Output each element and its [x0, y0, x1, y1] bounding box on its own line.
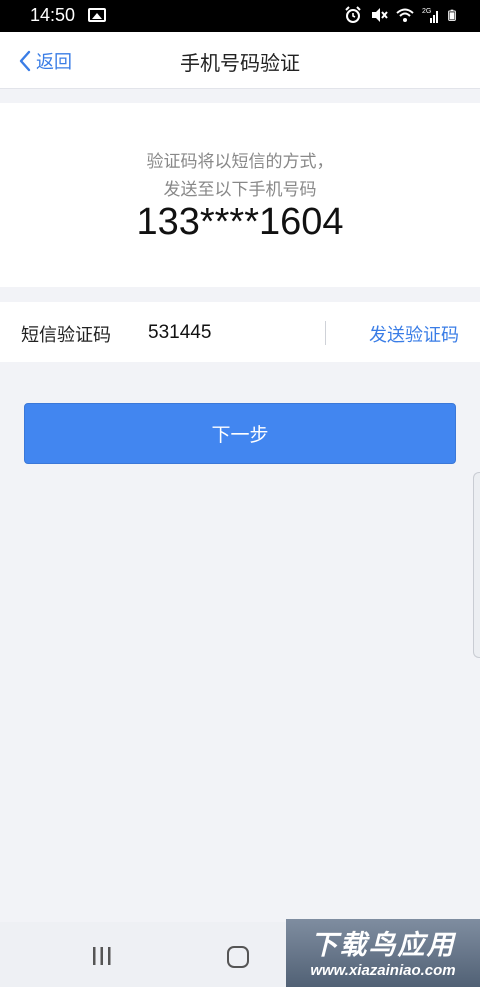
recents-icon[interactable]	[91, 946, 113, 966]
status-icons: 2G	[344, 6, 460, 24]
watermark-url: www.xiazainiao.com	[310, 962, 456, 979]
info-card: 验证码将以短信的方式， 发送至以下手机号码 133****1604	[0, 103, 480, 287]
status-bar: 14:50 2G	[0, 0, 480, 32]
edge-panel-handle[interactable]	[473, 472, 480, 658]
wifi-icon	[396, 8, 414, 22]
masked-phone-number: 133****1604	[136, 201, 344, 243]
mute-icon	[372, 8, 388, 22]
signal-icon: 2G	[422, 8, 438, 23]
sms-code-label: 短信验证码	[21, 325, 111, 346]
sms-code-input[interactable]	[148, 318, 308, 348]
home-icon[interactable]	[227, 946, 249, 968]
hint-line-2: 发送至以下手机号码	[163, 180, 317, 200]
image-icon	[88, 8, 106, 22]
nav-bar: 返回 手机号码验证	[0, 32, 480, 89]
battery-icon	[448, 9, 456, 21]
sms-code-row: 短信验证码 发送验证码	[0, 302, 480, 362]
status-time: 14:50	[30, 5, 76, 25]
hint-line-1: 验证码将以短信的方式，	[146, 152, 334, 172]
divider	[325, 321, 326, 345]
next-step-button[interactable]: 下一步	[24, 403, 456, 464]
send-code-button[interactable]: 发送验证码	[369, 321, 459, 347]
alarm-icon	[345, 6, 361, 23]
page-title: 手机号码验证	[180, 51, 300, 75]
watermark-title: 下载鸟应用	[310, 930, 456, 961]
network-label: 2G	[422, 8, 431, 15]
watermark: 下载鸟应用 www.xiazainiao.com	[286, 919, 480, 987]
